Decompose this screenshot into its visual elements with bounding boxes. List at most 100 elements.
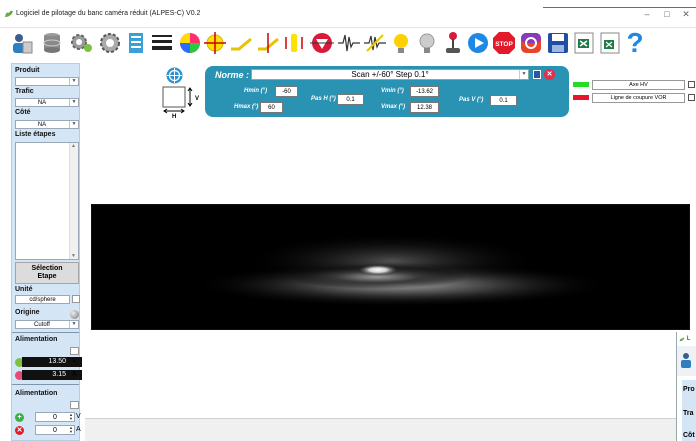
steps-listbox[interactable]: ▲ ▼ — [15, 142, 79, 260]
help-icon[interactable]: ? — [623, 27, 647, 58]
status-strip — [85, 418, 696, 441]
legend-checkbox-axe-hv[interactable] — [688, 81, 695, 88]
excel-icon[interactable] — [572, 31, 596, 55]
play-icon[interactable] — [466, 31, 490, 55]
current-spinner[interactable]: 0 ▲ ▼ — [35, 425, 75, 435]
v-axis-label: V — [195, 96, 199, 102]
settings-gears-icon[interactable] — [70, 31, 94, 55]
joystick-icon[interactable] — [441, 31, 465, 55]
origine-select[interactable]: Cutoff ▼ — [15, 320, 79, 329]
add-icon[interactable]: + — [15, 413, 24, 422]
produit-label: Produit — [15, 67, 40, 74]
steps-scrollbar[interactable]: ▲ ▼ — [69, 143, 78, 259]
legend-select-coupure[interactable]: Ligne de coupure VOR — [592, 93, 685, 103]
origine-label: Origine — [15, 309, 40, 316]
legend-swatch-green — [573, 82, 589, 87]
trafic-value: NA — [37, 100, 47, 106]
vmax-label: Vmax (°) — [381, 104, 406, 110]
angled-line-icon[interactable] — [229, 31, 253, 55]
waveform-cut-icon[interactable] — [363, 31, 387, 55]
alimentation-checkbox-2[interactable] — [70, 401, 79, 409]
vmin-input[interactable]: -13.62 — [410, 86, 439, 97]
legend-row-axe-hv: Axe HV — [571, 80, 696, 90]
cote-value: NA — [37, 122, 47, 128]
chevron-down-icon: ▼ — [69, 78, 78, 85]
lines-icon[interactable] — [150, 31, 174, 55]
current-spinner-unit: A — [76, 426, 81, 433]
unite-checkbox[interactable] — [72, 295, 80, 303]
pash-label: Pas H (°) — [311, 96, 336, 102]
voltage-spinner[interactable]: 0 ▲ ▼ — [35, 412, 75, 422]
pasv-input[interactable]: 0.1 — [490, 95, 517, 106]
beam-pattern-image[interactable] — [91, 204, 690, 330]
cote-select[interactable]: NA ▼ — [15, 120, 79, 129]
close-window-button[interactable]: ✕ — [676, 9, 696, 19]
database-icon[interactable] — [40, 31, 64, 55]
list-icon[interactable] — [125, 31, 149, 55]
close-icon[interactable]: ✕ — [544, 69, 555, 80]
crosshair-icon[interactable] — [203, 31, 227, 55]
vmin-label: Vmin (°) — [381, 88, 404, 94]
minimize-button[interactable]: – — [637, 9, 657, 19]
title-bar: Logiciel de pilotage du banc caméra rédu… — [0, 0, 696, 28]
unite-label: Unité — [15, 286, 33, 293]
pasv-label: Pas V (°) — [459, 97, 484, 103]
users-icon[interactable] — [10, 31, 34, 55]
focus-lines-icon[interactable] — [282, 31, 306, 55]
trafic-select[interactable]: NA ▼ — [15, 98, 79, 107]
chevron-down-icon: ▼ — [69, 99, 78, 106]
save-icon[interactable] — [546, 31, 570, 55]
norme-value: Scan +/-60° Step 0.1° — [351, 70, 429, 79]
produit-select[interactable]: ▼ — [15, 77, 79, 86]
legend-checkbox-coupure[interactable] — [688, 94, 695, 101]
title-accent-line — [543, 7, 696, 8]
app-leaf-icon — [679, 337, 685, 342]
unite-field[interactable]: cd/sphere — [15, 295, 70, 304]
spinner-arrows-icon[interactable]: ▲ ▼ — [68, 426, 74, 434]
hmin-input[interactable]: -60 — [275, 86, 298, 97]
target-icon[interactable] — [166, 67, 183, 84]
secondary-produit-label: Pro — [683, 386, 695, 393]
camera-icon[interactable] — [519, 31, 543, 55]
hmax-input[interactable]: 60 — [260, 102, 283, 113]
secondary-window[interactable]: L Pro Tra Côt — [676, 332, 696, 441]
norme-panel: Norme : Scan +/-60° Step 0.1° ▼ ✕ Hmin (… — [205, 66, 569, 117]
window-title: Logiciel de pilotage du banc caméra rédu… — [16, 10, 201, 17]
bulb-off-icon[interactable] — [415, 31, 439, 55]
stop-icon[interactable]: STOP — [492, 31, 516, 55]
app-leaf-icon — [5, 10, 13, 17]
trafic-label: Trafic — [15, 88, 34, 95]
origine-status-icon — [70, 310, 79, 319]
alimentation-label: Alimentation — [15, 336, 58, 343]
spinner-arrows-icon[interactable]: ▲ ▼ — [68, 413, 74, 421]
bulb-on-icon[interactable] — [389, 31, 413, 55]
chevron-down-icon: ▼ — [69, 121, 78, 128]
scroll-up-icon: ▲ — [71, 143, 76, 149]
secondary-cote-label: Côt — [683, 432, 695, 439]
crosshair-line-icon[interactable] — [256, 31, 280, 55]
separator — [12, 384, 79, 385]
current-unit: A — [72, 371, 77, 378]
legend-label-coupure: Ligne de coupure VOR — [610, 95, 667, 101]
excel-export-icon[interactable] — [598, 31, 622, 55]
alimentation-checkbox[interactable] — [70, 347, 79, 355]
norme-select[interactable]: Scan +/-60° Step 0.1° ▼ — [251, 69, 529, 80]
selection-etape-label: Sélection Etape — [31, 265, 63, 280]
legend-label-axe-hv: Axe HV — [592, 80, 685, 90]
color-wheel-icon[interactable] — [178, 31, 202, 55]
vmax-input[interactable]: 12.38 — [410, 102, 439, 113]
secondary-sidebar: Pro Tra Côt — [682, 380, 696, 441]
norme-label: Norme : — [215, 70, 250, 80]
maximize-button[interactable]: □ — [657, 9, 677, 19]
save-icon[interactable] — [533, 70, 541, 79]
current-spinner-value: 0 — [53, 427, 57, 434]
hmax-label: Hmax (°) — [234, 104, 259, 110]
selection-etape-button[interactable]: Sélection Etape — [15, 262, 79, 284]
users-icon[interactable] — [680, 352, 692, 368]
gear-icon[interactable] — [98, 31, 122, 55]
pash-input[interactable]: 0.1 — [337, 94, 364, 105]
waveform-icon[interactable] — [337, 31, 361, 55]
remove-icon[interactable]: ✕ — [15, 426, 24, 435]
help-icon-label: ? — [626, 27, 644, 58]
triangle-target-icon[interactable] — [310, 31, 334, 55]
